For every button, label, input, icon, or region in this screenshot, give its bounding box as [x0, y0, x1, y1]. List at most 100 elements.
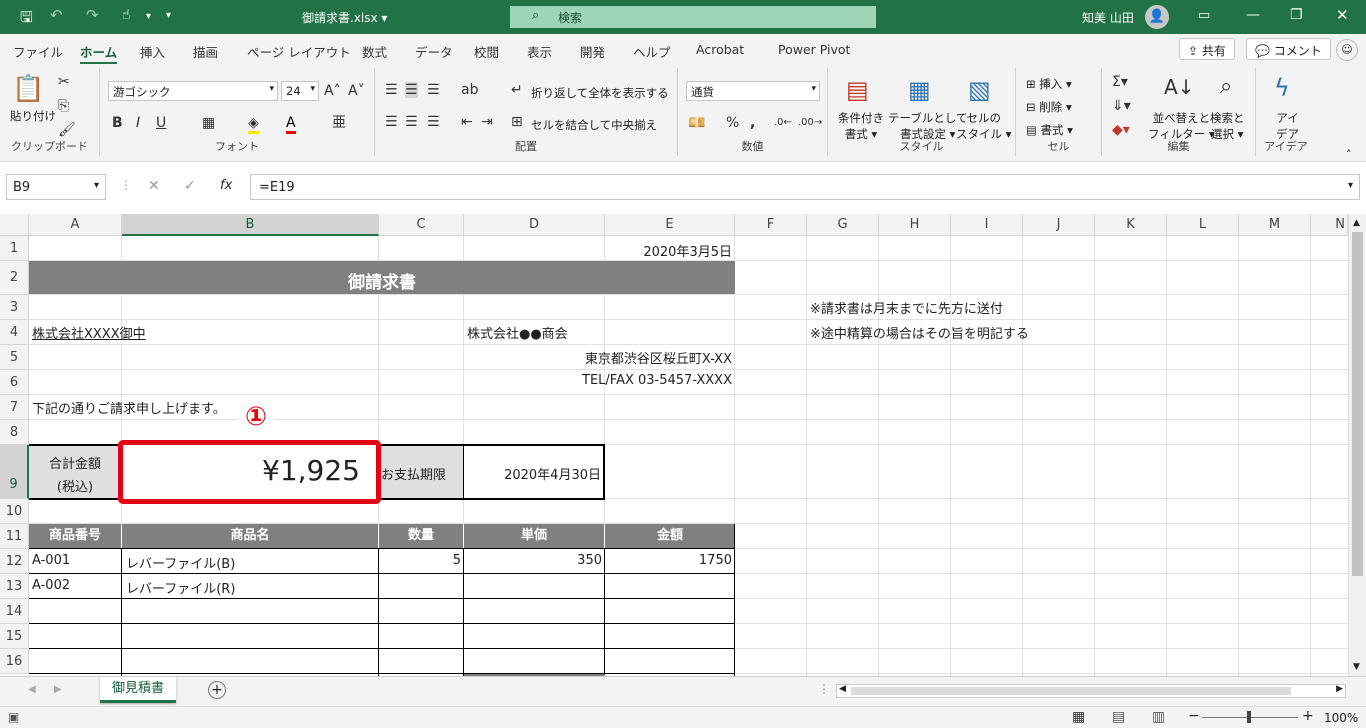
zoom-slider-thumb[interactable] [1247, 711, 1251, 723]
row13-name[interactable]: レバーファイル(R) [126, 578, 235, 597]
tab-acrobat[interactable]: Acrobat [696, 42, 744, 57]
column-header[interactable]: N [1311, 214, 1348, 236]
orientation-icon[interactable]: ab [461, 82, 478, 98]
merge-center-button[interactable]: セルを結合して中央揃え [531, 117, 657, 133]
row-header[interactable]: 10 [0, 499, 29, 524]
column-header[interactable]: J [1023, 214, 1095, 236]
column-header[interactable]: K [1095, 214, 1167, 236]
add-sheet-icon[interactable]: + [208, 681, 226, 699]
percent-icon[interactable]: % [726, 115, 739, 131]
vertical-scrollbar[interactable]: ▲ ▼ [1348, 214, 1366, 676]
align-middle-icon[interactable]: ☰ [405, 82, 418, 98]
row-header[interactable]: 2 [0, 261, 29, 295]
scroll-left-icon[interactable]: ◀ [839, 684, 846, 694]
increase-decimal-icon[interactable]: .0← [774, 115, 792, 131]
table-header[interactable]: 商品番号 [29, 524, 122, 549]
row-header[interactable]: 3 [0, 295, 29, 320]
tab-developer[interactable]: 開発 [580, 42, 605, 61]
horizontal-scrollbar[interactable]: ◀ ▶ [836, 684, 1346, 698]
row-header[interactable]: 8 [0, 420, 29, 445]
redo-icon[interactable]: ↷ [86, 6, 99, 24]
column-header[interactable]: I [951, 214, 1023, 236]
format-painter-icon[interactable]: 🖌 [58, 122, 76, 138]
insert-function-icon[interactable]: fx [220, 178, 232, 193]
find-select-icon[interactable]: ⌕ [1220, 74, 1232, 100]
conditional-format-icon[interactable]: ▤ [846, 76, 869, 104]
row12-code[interactable]: A-001 [32, 553, 70, 568]
fill-color-icon[interactable]: ◈ [248, 115, 259, 134]
scroll-thumb[interactable] [1352, 232, 1363, 576]
chevron-down-icon[interactable]: ▾ [146, 11, 151, 22]
column-header[interactable]: C [379, 214, 464, 236]
align-center-icon[interactable]: ☰ [405, 114, 418, 130]
scroll-right-icon[interactable]: ▶ [1336, 684, 1343, 694]
cell-a7-message[interactable]: 下記の通りご請求申し上げます。 [32, 398, 226, 417]
tab-power-pivot[interactable]: Power Pivot [778, 42, 850, 57]
smiley-icon[interactable]: ☺ [1336, 39, 1358, 61]
scroll-up-icon[interactable]: ▲ [1353, 218, 1360, 228]
row12-name[interactable]: レバーファイル(B) [126, 553, 235, 572]
row-header[interactable]: 15 [0, 624, 29, 649]
tab-view[interactable]: 表示 [527, 42, 552, 61]
indent-decrease-icon[interactable]: ⇤ [461, 114, 473, 130]
italic-icon[interactable]: I [136, 115, 140, 131]
row-header[interactable]: 9 [0, 445, 29, 499]
ribbon-display-icon[interactable]: ▭ [1198, 8, 1210, 23]
column-header[interactable]: L [1167, 214, 1239, 236]
cell-e5-address[interactable]: 東京都渋谷区桜丘町X-XX [465, 348, 732, 367]
table-header[interactable]: 金額 [605, 524, 735, 549]
select-all-corner[interactable] [0, 214, 29, 236]
paste-icon[interactable]: 📋 [12, 74, 44, 104]
undo-icon[interactable]: ↶ [50, 6, 63, 24]
worksheet-grid[interactable]: A B C D E F G H I J K L M N 1 2 3 4 5 6 … [0, 214, 1348, 676]
cut-icon[interactable]: ✂ [58, 74, 70, 90]
number-format-select[interactable]: 通貨 ▾ [686, 81, 820, 101]
table-header[interactable]: 単価 [464, 524, 605, 549]
font-shrink-icon[interactable]: A˅ [348, 83, 365, 99]
normal-view-icon[interactable]: ▦ [1072, 709, 1085, 725]
page-layout-view-icon[interactable]: ▤ [1112, 709, 1125, 725]
sort-filter-icon[interactable]: A↓ [1164, 74, 1194, 100]
comment-button[interactable]: 💬 コメント [1246, 38, 1331, 60]
cancel-icon[interactable]: ✕ [148, 178, 160, 194]
table-header[interactable]: 数量 [379, 524, 464, 549]
table-header[interactable]: 商品名 [122, 524, 379, 549]
font-size-select[interactable]: 24 ▾ [281, 81, 319, 101]
column-header[interactable]: E [605, 214, 735, 236]
touch-mode-icon[interactable]: ☝ [122, 7, 131, 23]
cell-g3-note[interactable]: ※請求書は月末までに先方に送付 [810, 298, 1003, 317]
share-button[interactable]: ⇪ 共有 [1179, 38, 1235, 60]
tab-formulas[interactable]: 数式 [362, 42, 387, 61]
row13-code[interactable]: A-002 [32, 578, 70, 593]
avatar[interactable]: 👤 [1145, 5, 1169, 29]
enter-icon[interactable]: ✓ [184, 178, 196, 194]
column-header[interactable]: A [29, 214, 122, 236]
restore-icon[interactable]: ❐ [1290, 7, 1303, 23]
due-date-cell[interactable]: 2020年4月30日 [465, 464, 601, 483]
align-top-icon[interactable]: ☰ [385, 82, 398, 98]
font-name-select[interactable]: 游ゴシック ▾ [108, 81, 278, 101]
row12-amount[interactable]: 1750 [605, 553, 732, 568]
prev-sheet-icon[interactable]: ◀ [28, 684, 36, 695]
cell-e1-date[interactable]: 2020年3月5日 [605, 241, 732, 260]
wrap-text-button[interactable]: 折り返して全体を表示する [531, 85, 669, 101]
fill-icon[interactable]: ⇓▾ [1112, 98, 1131, 114]
phonetic-icon[interactable]: 亜 [332, 115, 346, 131]
name-box[interactable]: B9 ▾ [6, 174, 106, 200]
merge-center-icon[interactable]: ⊞ [511, 114, 523, 130]
row-header[interactable]: 13 [0, 574, 29, 599]
format-table-icon[interactable]: ▦ [908, 76, 931, 104]
scroll-down-icon[interactable]: ▼ [1353, 662, 1360, 672]
font-grow-icon[interactable]: A˄ [324, 83, 341, 99]
ideas-icon[interactable]: ϟ [1274, 74, 1290, 102]
wrap-text-icon[interactable]: ↵ [511, 82, 523, 98]
cell-a4-client[interactable]: 株式会社XXXX御中 [32, 323, 146, 342]
align-bottom-icon[interactable]: ☰ [427, 82, 440, 98]
row-header[interactable]: 6 [0, 370, 29, 395]
search-box[interactable]: ⌕ 検索 [510, 6, 876, 28]
row12-qty[interactable]: 5 [379, 553, 461, 568]
row-header[interactable]: 1 [0, 236, 29, 261]
hscroll-thumb[interactable] [851, 687, 1291, 695]
tab-insert[interactable]: 挿入 [140, 42, 165, 61]
collapse-ribbon-icon[interactable]: ˄ [1346, 148, 1352, 161]
